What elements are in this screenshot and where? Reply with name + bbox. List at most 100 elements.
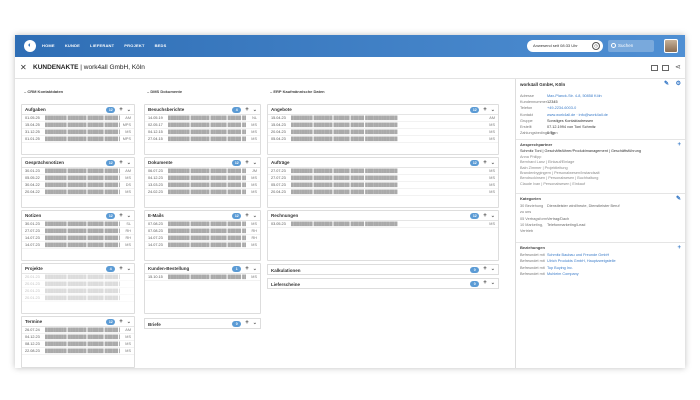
table-row[interactable]: 14.07.23 ████████ ███████ ██████ █████ ██…	[145, 235, 260, 242]
table-row[interactable]: 20.04.22 ████████ ███████ ██████ █████ ██…	[22, 189, 134, 196]
table-row[interactable]: 05.07.23 ████████ ███████ ██████ █████ ██…	[268, 182, 498, 189]
table-row[interactable]: 15.04.23 ████████ ███████ ██████ █████ ██…	[268, 115, 498, 122]
table-row[interactable]: 08.12.23 ████████ ███████ ██████ █████ ██…	[22, 341, 134, 348]
chevron-down-icon[interactable]: ⌄	[253, 212, 257, 220]
table-row[interactable]: 03.05.23 ████████ ███████ ██████ █████ ██…	[268, 221, 498, 228]
table-row[interactable]: 05.04.23 ████████ ███████ ██████ █████ ██…	[268, 136, 498, 143]
chevron-down-icon[interactable]: ⌄	[491, 212, 495, 220]
table-row[interactable]: 14.07.23 ████████ ███████ ██████ █████ ██…	[22, 235, 134, 242]
table-row[interactable]: 01.01.25 ████████ ███████ ██████ █████ ██…	[22, 136, 134, 143]
chevron-down-icon[interactable]: ⌄	[253, 106, 257, 114]
relationship-item[interactable]: Befreundet mit Muhleim Company	[516, 271, 685, 277]
chevron-down-icon[interactable]: ⌄	[491, 265, 495, 273]
card-briefe[interactable]: Briefe 0 + ⌄	[144, 318, 261, 329]
table-row[interactable]: 06.07.23 ████████ ███████ ██████ █████ ██…	[145, 168, 260, 175]
table-row[interactable]: 20.01.23 ████████ ███████ ██████ █████ ██…	[22, 281, 134, 288]
gear-icon[interactable]: ⚙	[676, 79, 681, 90]
nav-beds[interactable]: BEDS	[155, 43, 167, 48]
nav-lieferant[interactable]: LIEFERANT	[90, 43, 114, 48]
plus-icon[interactable]: +	[245, 212, 249, 220]
table-row[interactable]: 30.01.23 ████████ ███████ ██████ █████ ██…	[22, 168, 134, 175]
plus-icon[interactable]: +	[119, 159, 123, 167]
table-row[interactable]: 27.07.23 ████████ ███████ ██████ █████ ██…	[22, 228, 134, 235]
erp-section-heading[interactable]: – ERP Kaufmännische Daten	[270, 89, 325, 94]
person-item[interactable]: Claude Ivan | Personalwesen | Einkauf	[516, 182, 685, 187]
plus-icon[interactable]: +	[119, 318, 123, 326]
chevron-down-icon[interactable]: ⌄	[491, 106, 495, 114]
card-header[interactable]: Kunden-Bestellung 1 + ⌄	[145, 264, 260, 274]
table-row[interactable]: 27.04.15 ████████ ███████ ██████ █████ ██…	[145, 136, 260, 143]
plus-icon[interactable]: +	[119, 265, 123, 273]
nav-kunde[interactable]: KUNDE	[65, 43, 80, 48]
crm-section-heading[interactable]: – CRM Kontaktdaten	[24, 89, 63, 94]
table-row[interactable]: 05.05.22 ████████ ███████ ██████ █████ ██…	[22, 175, 134, 182]
plus-icon[interactable]: +	[245, 319, 249, 327]
table-row[interactable]: 01.05.25 ████████ ███████ ██████ █████ ██…	[22, 115, 134, 122]
plus-icon[interactable]: +	[483, 159, 487, 167]
table-row[interactable]: 20.01.23 ████████ ███████ ██████ █████ ██…	[22, 274, 134, 281]
close-icon[interactable]: ✕	[20, 63, 27, 72]
card-kalkulationen[interactable]: Kalkulationen 0 + ⌄	[267, 264, 499, 275]
edit-icon[interactable]: ✎	[664, 79, 669, 90]
edit-icon[interactable]: ✎	[676, 195, 681, 203]
list-view-icon[interactable]	[662, 65, 669, 71]
card-header[interactable]: Termine 12 + ⌄	[22, 317, 134, 327]
table-row[interactable]: 13.03.23 ████████ ███████ ██████ █████ ██…	[145, 182, 260, 189]
app-logo-icon[interactable]: ◐	[24, 40, 36, 52]
card-header[interactable]: Aufträge 12 + ⌄	[268, 158, 498, 168]
share-icon[interactable]: ⋖	[675, 63, 681, 71]
table-row[interactable]: 15.04.25 ████████ ███████ ██████ █████ ██…	[22, 122, 134, 129]
plus-icon[interactable]: +	[245, 265, 249, 273]
card-header[interactable]: Angebote 12 + ⌄	[268, 105, 498, 115]
nav-home[interactable]: HOME	[42, 43, 55, 48]
chevron-down-icon[interactable]: ⌄	[253, 265, 257, 273]
card-header[interactable]: E-Mails 12 + ⌄	[145, 211, 260, 221]
table-row[interactable]: 27.07.23 ████████ ███████ ██████ █████ ██…	[268, 168, 498, 175]
table-row[interactable]: 30.01.23 ████████ ███████ ██████ █████ ██…	[22, 221, 134, 228]
relationship-link[interactable]: Muhleim Company	[547, 271, 579, 277]
chevron-down-icon[interactable]: ⌄	[127, 318, 131, 326]
plus-icon[interactable]: +	[677, 141, 681, 149]
chevron-down-icon[interactable]: ⌄	[253, 319, 257, 327]
presence-status[interactable]: Anwesend seit 08:33 Uhr ◷	[527, 40, 603, 52]
card-header[interactable]: Dokumente 12 + ⌄	[145, 158, 260, 168]
table-row[interactable]: 04.12.23 ████████ ███████ ██████ █████ ██…	[145, 175, 260, 182]
chevron-down-icon[interactable]: ⌄	[127, 106, 131, 114]
table-row[interactable]: 20.01.23 ████████ ███████ ██████ █████ ██…	[22, 288, 134, 295]
table-row[interactable]: 14.07.23 ████████ ███████ ██████ █████ ██…	[145, 242, 260, 249]
table-row[interactable]: 04.12.15 ████████ ███████ ██████ █████ ██…	[145, 129, 260, 136]
grid-view-icon[interactable]	[651, 65, 658, 71]
card-header[interactable]: Notizen 12 + ⌄	[22, 211, 134, 221]
plus-icon[interactable]: +	[119, 212, 123, 220]
table-row[interactable]: 20.01.23 ████████ ███████ ██████ █████ ██…	[22, 295, 134, 302]
table-row[interactable]: 20.04.23 ████████ ███████ ██████ █████ ██…	[268, 129, 498, 136]
nav-projekt[interactable]: PROJEKT	[124, 43, 144, 48]
table-row[interactable]: 31.12.25 ████████ ███████ ██████ █████ ██…	[22, 129, 134, 136]
chevron-down-icon[interactable]: ⌄	[491, 159, 495, 167]
table-row[interactable]: 07.08.23 ████████ ███████ ██████ █████ ██…	[145, 228, 260, 235]
table-row[interactable]: 20.04.23 ████████ ███████ ██████ █████ ██…	[268, 189, 498, 196]
table-row[interactable]: 04.12.23 ████████ ███████ ██████ █████ ██…	[22, 334, 134, 341]
chevron-down-icon[interactable]: ⌄	[127, 265, 131, 273]
table-row[interactable]: 22.08.23 ████████ ███████ ██████ █████ ██…	[22, 348, 134, 355]
plus-icon[interactable]: +	[483, 212, 487, 220]
plus-icon[interactable]: +	[245, 106, 249, 114]
user-avatar[interactable]	[664, 39, 678, 53]
table-row[interactable]: 15.04.23 ████████ ███████ ██████ █████ ██…	[268, 122, 498, 129]
chevron-down-icon[interactable]: ⌄	[127, 159, 131, 167]
table-row[interactable]: 14.07.23 ████████ ███████ ██████ █████ ██…	[22, 242, 134, 249]
table-row[interactable]: 14.05.19 ████████ ███████ ██████ █████ ██…	[145, 115, 260, 122]
chevron-down-icon[interactable]: ⌄	[127, 212, 131, 220]
plus-icon[interactable]: +	[483, 265, 487, 273]
plus-icon[interactable]: +	[677, 244, 681, 252]
table-row[interactable]: 02.05.17 ████████ ███████ ██████ █████ ██…	[145, 122, 260, 129]
plus-icon[interactable]: +	[119, 106, 123, 114]
table-row[interactable]: 07.08.23 ████████ ███████ ██████ █████ ██…	[145, 221, 260, 228]
card-lieferscheine[interactable]: Lieferscheine 0 + ⌄	[267, 278, 499, 289]
table-row[interactable]: 15.10.15 ████████ ███████ ██████ █████ ██…	[145, 274, 260, 281]
search-input[interactable]: Suchen	[608, 40, 654, 52]
chevron-down-icon[interactable]: ⌄	[253, 159, 257, 167]
card-header[interactable]: Aufgaben 12 + ⌄	[22, 105, 134, 115]
dms-section-heading[interactable]: – DMS Dokumente	[147, 89, 182, 94]
chevron-down-icon[interactable]: ⌄	[491, 279, 495, 287]
